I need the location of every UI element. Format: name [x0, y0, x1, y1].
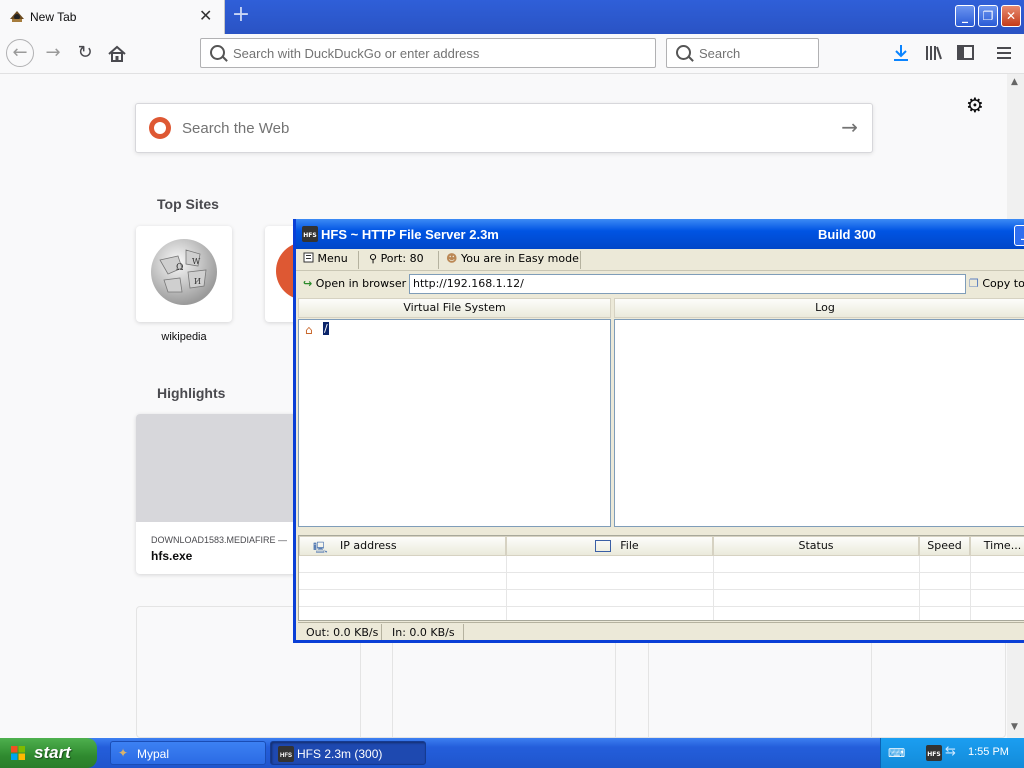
network-computer-icon: 🖳 [313, 541, 328, 554]
search-bar[interactable]: Search [666, 38, 819, 68]
clock: 1:55 PM [968, 746, 1009, 758]
network-tray-icon[interactable]: ⇆ [945, 744, 956, 759]
highlight-source: DOWNLOAD1583.MEDIAFIRE — [151, 535, 288, 545]
home-folder-icon: ⌂ [305, 323, 313, 337]
forward-button[interactable]: → [41, 42, 65, 66]
top-site-tile-wikipedia[interactable]: Ω W И [136, 226, 232, 322]
duckduckgo-icon [149, 117, 171, 139]
wikipedia-globe-icon: Ω W И [151, 239, 217, 305]
vfs-panel[interactable]: ⌂ / [298, 319, 611, 527]
hfs-title: HFS ~ HTTP File Server 2.3m [321, 227, 499, 242]
taskbar-item-label: HFS 2.3m (300) [297, 747, 383, 761]
hfs-app-icon: HFS [302, 226, 318, 242]
vfs-header: Virtual File System [298, 298, 611, 318]
top-sites-title: Top Sites [157, 196, 219, 212]
search-submit-arrow-icon[interactable]: → [841, 115, 858, 139]
start-label: start [34, 743, 71, 762]
file-window-icon [595, 540, 611, 552]
hfs-menu-button[interactable]: Menu [303, 252, 348, 265]
hfs-url-row: ↪ Open in browser http://192.168.1.12/ ❐… [296, 272, 1024, 298]
taskbar-item-hfs[interactable]: HFS HFS 2.3m (300) [270, 741, 426, 765]
users-icon: ☻ [446, 252, 458, 265]
column-speed[interactable]: Speed [919, 536, 970, 556]
highlights-title: Highlights [157, 385, 226, 401]
hfs-build: Build 300 [818, 227, 876, 242]
connections-table[interactable]: 🖳 IP address File Status Speed Time... [298, 535, 1024, 621]
log-panel[interactable] [614, 319, 1024, 527]
menu-icon[interactable] [995, 45, 1013, 61]
search-icon [676, 45, 691, 60]
taskbar-item-label: Mypal [137, 747, 170, 761]
reload-button[interactable]: ↻ [73, 42, 97, 66]
column-file[interactable]: File [506, 536, 713, 556]
copy-icon: ❐ [969, 277, 979, 290]
library-icon[interactable] [924, 44, 944, 62]
gear-icon[interactable]: ⚙ [966, 93, 984, 117]
column-ip-address[interactable]: 🖳 IP address [299, 536, 506, 556]
system-tray: ⌨ HFS ⇆ 1:55 PM [880, 738, 1024, 768]
mypal-app-icon: ✦ [118, 746, 129, 760]
port-plug-icon: ⚲ [369, 252, 378, 265]
tab-new-tab[interactable]: New Tab ✕ [0, 0, 225, 34]
windows-flag-icon [11, 746, 25, 760]
hfs-window: HFS HFS ~ HTTP File Server 2.3m Build 30… [293, 219, 1024, 643]
web-search-placeholder: Search the Web [182, 120, 290, 137]
taskbar-item-mypal[interactable]: ✦ Mypal [110, 741, 266, 765]
hfs-tray-icon[interactable]: HFS [926, 745, 942, 761]
search-icon [210, 45, 225, 60]
hfs-menu-label: Menu [317, 252, 348, 265]
downloads-icon[interactable] [892, 43, 910, 63]
hfs-mode-label: You are in Easy mode [460, 252, 579, 265]
svg-text:И: И [194, 277, 201, 286]
menu-icon [303, 252, 314, 263]
vfs-root-item[interactable]: / [323, 322, 329, 335]
new-tab-button[interactable]: + [230, 4, 252, 27]
start-button[interactable]: start [0, 738, 97, 768]
web-search-box[interactable]: Search the Web → [135, 103, 873, 153]
url-bar-placeholder: Search with DuckDuckGo or enter address [233, 46, 480, 61]
column-time[interactable]: Time... [970, 536, 1024, 556]
tab-title: New Tab [30, 10, 77, 24]
tab-close-icon[interactable]: ✕ [199, 7, 212, 25]
svg-text:W: W [192, 257, 201, 266]
keyboard-icon[interactable]: ⌨ [888, 746, 905, 760]
sidebar-icon[interactable] [956, 44, 976, 62]
copy-to-clipboard-button[interactable]: ❐ Copy to [969, 277, 1024, 290]
firefox-navbar: ← → ↻ Search with DuckDuckGo or enter ad… [0, 34, 1024, 74]
window-close-button[interactable]: ✕ [1001, 5, 1021, 27]
scroll-down-arrow-icon[interactable]: ▼ [1011, 722, 1018, 732]
status-out: Out: 0.0 KB/s [306, 626, 379, 639]
hfs-toolbar: Menu ⚲ Port: 80 ☻ You are in Easy mode [296, 249, 1024, 271]
window-restore-button[interactable]: ❐ [978, 5, 998, 27]
copy-label: Copy to [982, 277, 1024, 290]
back-button[interactable]: ← [6, 39, 34, 67]
home-icon[interactable] [107, 44, 127, 64]
open-browser-arrow-icon: ↪ [303, 277, 313, 290]
hfs-port-button[interactable]: ⚲ Port: 80 [369, 252, 424, 265]
open-in-browser-label: Open in browser [315, 277, 407, 290]
hfs-app-icon: HFS [278, 746, 294, 762]
highlight-name: hfs.exe [151, 549, 193, 563]
hfs-url-field[interactable]: http://192.168.1.12/ [409, 274, 966, 294]
hfs-mode-button[interactable]: ☻ You are in Easy mode [446, 252, 579, 265]
hfs-title-bar[interactable]: HFS HFS ~ HTTP File Server 2.3m Build 30… [296, 219, 1024, 249]
scroll-up-arrow-icon[interactable]: ▲ [1011, 77, 1018, 87]
highlight-thumbnail [136, 414, 306, 522]
highlight-card[interactable]: DOWNLOAD1583.MEDIAFIRE — hfs.exe [136, 414, 306, 574]
hfs-status-bar: Out: 0.0 KB/s In: 0.0 KB/s [298, 622, 1024, 641]
hfs-minimize-button[interactable]: _ [1014, 225, 1024, 246]
svg-text:Ω: Ω [176, 263, 183, 273]
log-header: Log [614, 298, 1024, 318]
window-minimize-button[interactable]: _ [955, 5, 975, 27]
search-bar-placeholder: Search [699, 46, 741, 61]
status-in: In: 0.0 KB/s [392, 626, 455, 639]
tab-favicon-icon [10, 11, 24, 22]
hfs-port-label: Port: 80 [380, 252, 424, 265]
url-bar[interactable]: Search with DuckDuckGo or enter address [200, 38, 656, 68]
column-status[interactable]: Status [713, 536, 919, 556]
open-in-browser-button[interactable]: ↪ Open in browser [303, 277, 406, 290]
top-site-label: wikipedia [161, 331, 207, 343]
